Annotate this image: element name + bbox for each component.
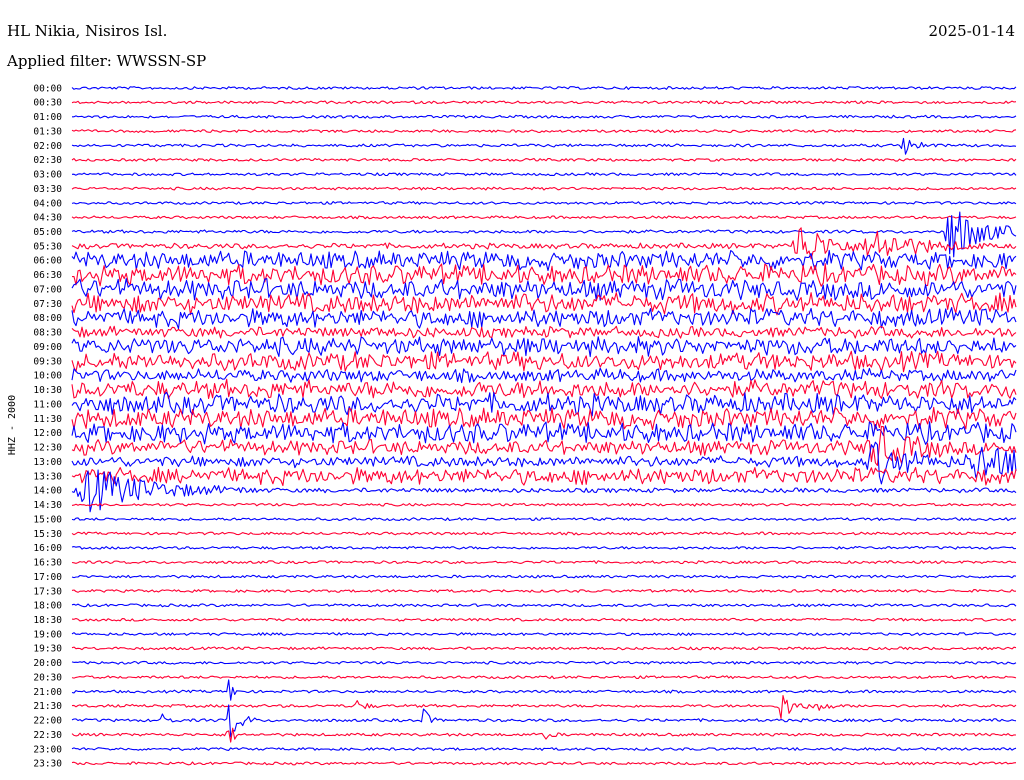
trace-line <box>71 660 1017 665</box>
trace-line <box>71 406 1017 431</box>
row-time-label: 20:00 <box>33 658 62 669</box>
trace-line <box>71 466 1017 487</box>
y-axis-label: HHZ - 2000 <box>7 395 18 455</box>
filter-label: Applied filter: WWSSN-SP <box>6 52 206 70</box>
date-label: 2025-01-14 <box>929 22 1015 40</box>
trace-line <box>71 100 1017 105</box>
trace-line <box>71 378 1017 400</box>
row-time-label: 19:00 <box>33 629 62 640</box>
trace-line <box>71 517 1017 522</box>
trace-line <box>71 186 1017 191</box>
trace-line <box>71 172 1017 177</box>
row-time-label: 01:30 <box>33 126 62 137</box>
trace-line <box>71 560 1017 565</box>
trace-line <box>71 545 1017 550</box>
row-time-label: 08:30 <box>33 328 62 339</box>
trace-line <box>72 263 1017 287</box>
trace-line <box>71 441 1017 485</box>
row-time-label: 20:30 <box>33 673 62 684</box>
trace-line <box>71 574 1017 579</box>
trace-line <box>71 211 1017 258</box>
row-time-label: 21:00 <box>33 687 62 698</box>
helicorder-plot: HL Nikia, Nisiros Isl. 2025-01-14 Applie… <box>6 22 1017 770</box>
row-time-label: 04:30 <box>33 213 62 224</box>
row-time-label: 12:30 <box>33 443 62 454</box>
trace-line <box>71 617 1017 622</box>
row-time-label: 10:30 <box>33 385 62 396</box>
row-time-label: 07:30 <box>33 299 62 310</box>
row-time-label: 07:00 <box>33 285 62 296</box>
station-title: HL Nikia, Nisiros Isl. <box>7 22 167 40</box>
trace-line <box>71 325 1017 339</box>
row-time-label: 13:30 <box>33 471 62 482</box>
row-time-label: 02:30 <box>33 155 62 166</box>
row-time-label: 05:00 <box>33 227 62 238</box>
trace-line <box>71 129 1017 134</box>
row-time-label: 16:30 <box>33 558 62 569</box>
row-time-label: 22:30 <box>33 730 62 741</box>
row-time-label: 17:30 <box>33 586 62 597</box>
trace-line <box>71 727 1017 743</box>
trace-line <box>71 278 1017 301</box>
trace-line <box>71 350 1017 373</box>
row-time-label: 09:30 <box>33 356 62 367</box>
row-time-label: 23:30 <box>33 759 62 770</box>
trace-line <box>71 589 1016 593</box>
trace-line <box>71 157 1017 162</box>
row-time-label: 06:30 <box>33 270 62 281</box>
row-time-label: 12:00 <box>33 428 62 439</box>
row-time-label: 01:00 <box>33 112 62 123</box>
row-time-label: 21:30 <box>33 701 62 712</box>
row-time-label: 18:00 <box>33 601 62 612</box>
row-time-label: 05:30 <box>33 241 62 252</box>
row-time-label: 22:00 <box>33 716 62 727</box>
row-time-label: 13:00 <box>33 457 62 468</box>
trace-line <box>71 307 1017 330</box>
trace-line <box>71 502 1017 507</box>
trace-line <box>71 86 1017 90</box>
row-time-label: 23:00 <box>33 744 62 755</box>
row-time-label: 15:00 <box>33 514 62 525</box>
trace-line <box>71 531 1017 536</box>
row-time-label: 06:00 <box>33 256 62 267</box>
row-time-label: 14:00 <box>33 486 62 497</box>
trace-line <box>71 704 1017 738</box>
row-time-label: 11:30 <box>33 414 62 425</box>
trace-line <box>71 215 1017 220</box>
trace-rows: 00:00 00:30 01:00 01:30 02:00 02:30 03:00 03:30… <box>33 83 1017 770</box>
row-time-label: 08:00 <box>33 313 62 324</box>
row-time-label: 19:30 <box>33 644 62 655</box>
row-time-label: 00:00 <box>33 83 62 94</box>
trace-line <box>71 603 1017 608</box>
trace-line <box>71 137 1017 155</box>
trace-line <box>71 201 1017 205</box>
row-time-label: 15:30 <box>33 529 62 540</box>
trace-line <box>71 761 1017 766</box>
row-time-label: 03:00 <box>33 170 62 181</box>
row-time-label: 04:00 <box>33 198 62 209</box>
row-time-label: 03:30 <box>33 184 62 195</box>
trace-line <box>71 679 1017 701</box>
row-time-label: 00:30 <box>33 98 62 109</box>
trace-line <box>71 675 1017 680</box>
row-time-label: 14:30 <box>33 500 62 511</box>
row-time-label: 10:00 <box>33 371 62 382</box>
row-time-label: 11:00 <box>33 399 62 410</box>
trace-line <box>71 391 1017 417</box>
row-time-label: 09:00 <box>33 342 62 353</box>
row-time-label: 17:00 <box>33 572 62 583</box>
trace-line <box>71 747 1017 751</box>
trace-line <box>71 632 1017 637</box>
row-time-label: 18:30 <box>33 615 62 626</box>
trace-line <box>71 646 1017 651</box>
trace-line <box>72 114 1017 119</box>
row-time-label: 02:00 <box>33 141 62 152</box>
trace-line <box>71 367 1017 384</box>
row-time-label: 16:00 <box>33 543 62 554</box>
trace-line <box>71 694 1017 719</box>
